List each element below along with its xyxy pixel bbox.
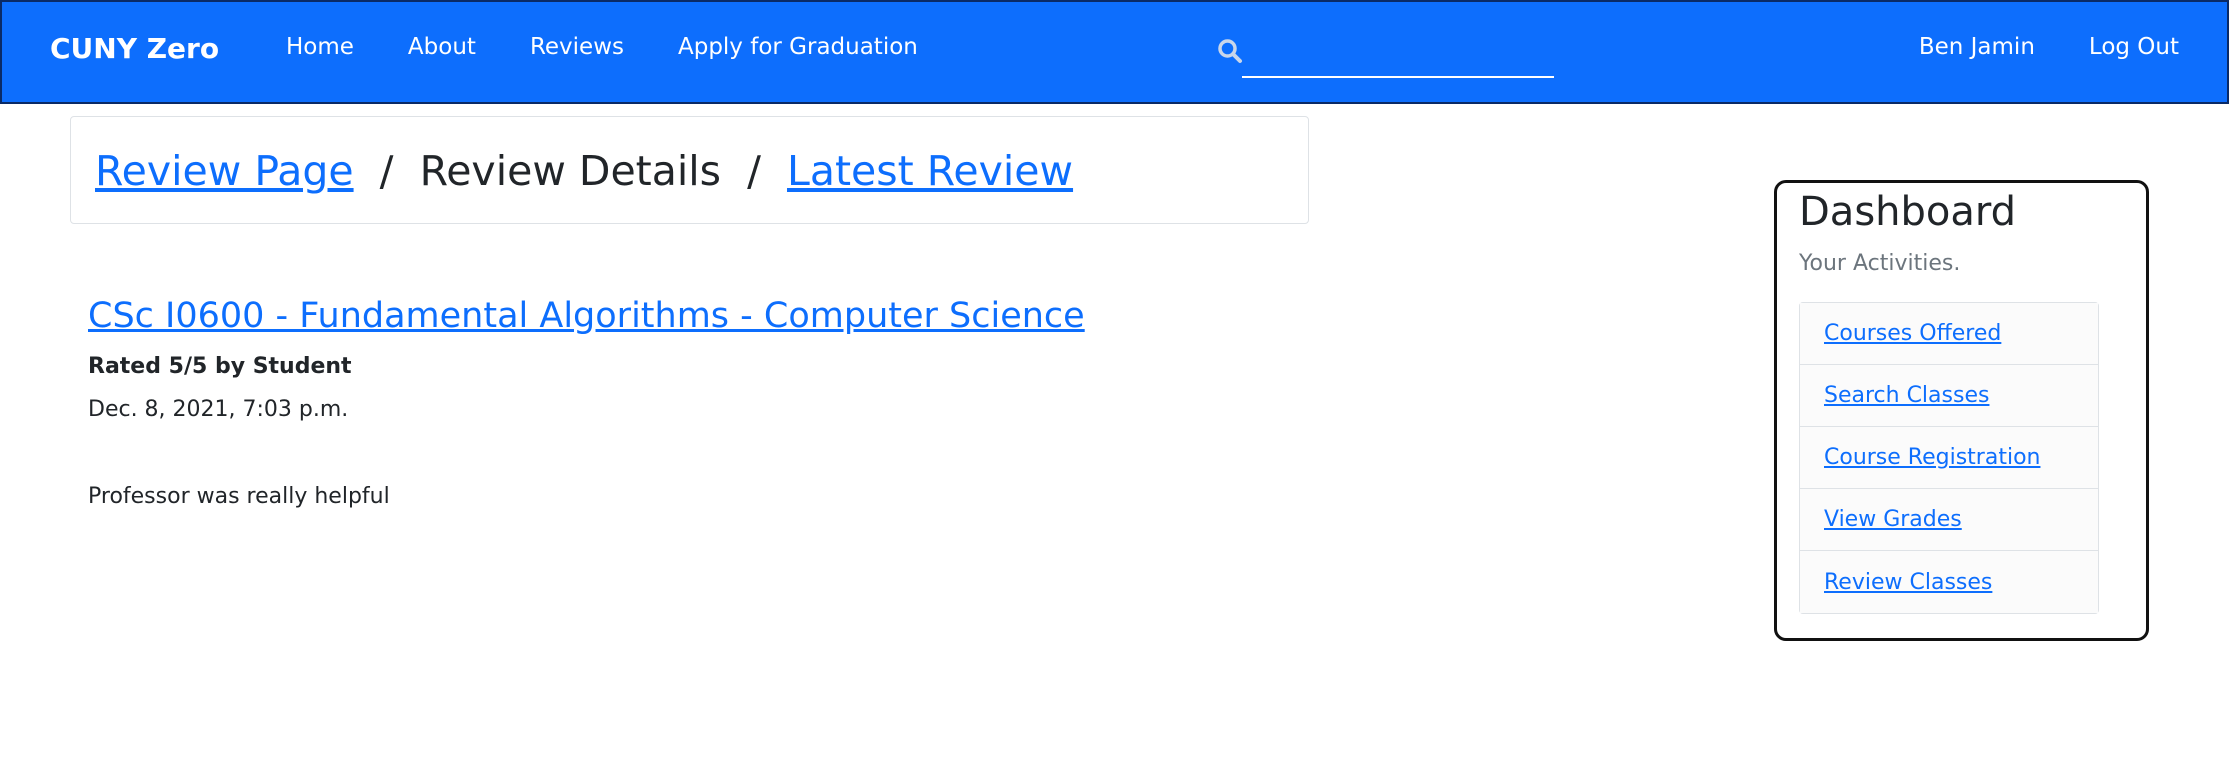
dashboard-item: Course Registration [1800,427,2098,489]
breadcrumb-separator: / [734,147,774,195]
user-profile-link[interactable]: Ben Jamin [1919,34,2035,60]
dashboard-panel: Dashboard Your Activities. Courses Offer… [1774,180,2149,641]
courses-offered-link[interactable]: Courses Offered [1824,321,2001,346]
review-classes-link[interactable]: Review Classes [1824,570,1992,595]
nav-home-link[interactable]: Home [286,34,354,60]
breadcrumb-separator: / [366,147,407,195]
dashboard-subtitle: Your Activities. [1799,251,1961,276]
view-grades-link[interactable]: View Grades [1824,507,1962,532]
nav-reviews-link[interactable]: Reviews [530,34,624,60]
dashboard-item: Search Classes [1800,365,2098,427]
review-body: Professor was really helpful [88,484,390,509]
search-classes-link[interactable]: Search Classes [1824,383,1989,408]
nav-links: Home About Reviews Apply for Graduation [286,34,972,60]
dashboard-item: Review Classes [1800,551,2098,613]
breadcrumb: Review Page / Review Details / Latest Re… [70,116,1309,224]
brand-link[interactable]: CUNY Zero [50,32,219,65]
review-rating: Rated 5/5 by Student [88,354,352,379]
breadcrumb-current: Review Details [419,147,722,195]
review-course-link[interactable]: CSc I0600 - Fundamental Algorithms - Com… [88,296,1085,336]
review-date: Dec. 8, 2021, 7:03 p.m. [88,397,349,422]
breadcrumb-latest-review-link[interactable]: Latest Review [787,147,1073,195]
user-links: Ben Jamin Log Out [1865,34,2179,60]
review-detail: CSc I0600 - Fundamental Algorithms - Com… [88,296,1085,509]
nav-about-link[interactable]: About [408,34,476,60]
course-registration-link[interactable]: Course Registration [1824,445,2040,470]
dashboard-item: Courses Offered [1800,303,2098,365]
search-icon[interactable] [1217,38,1243,64]
nav-apply-graduation-link[interactable]: Apply for Graduation [678,34,918,60]
breadcrumb-review-page-link[interactable]: Review Page [95,147,354,195]
dashboard-item: View Grades [1800,489,2098,551]
top-navbar: CUNY Zero Home About Reviews Apply for G… [0,0,2229,104]
logout-link[interactable]: Log Out [2089,34,2179,60]
dashboard-title: Dashboard [1799,189,2017,235]
search-input[interactable] [1242,30,1554,78]
dashboard-list: Courses Offered Search Classes Course Re… [1799,302,2099,614]
